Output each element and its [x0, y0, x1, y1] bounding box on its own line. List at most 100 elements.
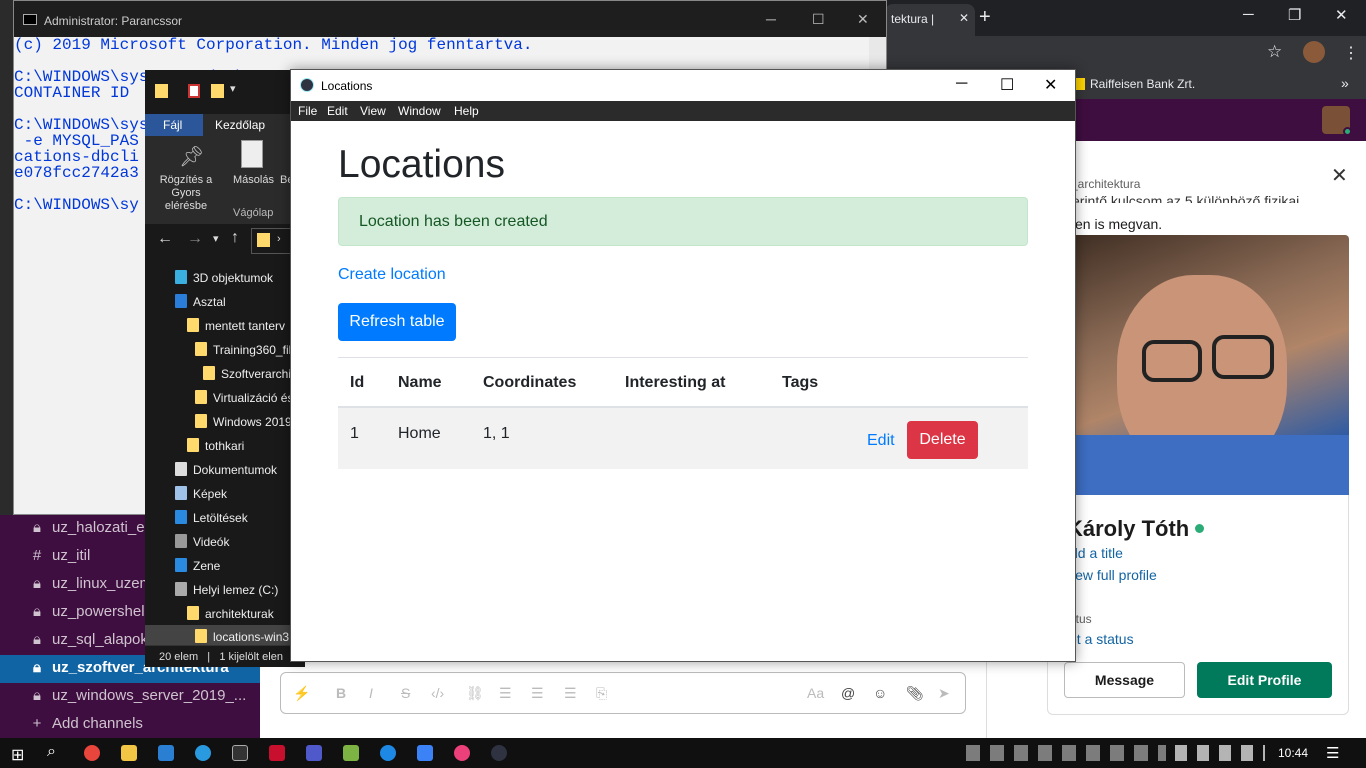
view-profile-link[interactable]: iew full profile [1072, 567, 1157, 583]
tree-item[interactable]: tothkari [187, 438, 244, 453]
clock[interactable]: 10:44 [1278, 746, 1308, 760]
bookmark-raiffeisen[interactable]: Raiffeisen Bank Zrt. [1073, 77, 1195, 91]
folder-icon[interactable] [155, 84, 168, 98]
pin-label[interactable]: Rögzítés a Gyors elérésbe [151, 174, 221, 213]
copy-label[interactable]: Másolás [233, 174, 274, 186]
send-icon[interactable]: ➤ [938, 685, 950, 702]
app-icon[interactable] [269, 745, 285, 761]
back-icon[interactable]: ← [157, 230, 173, 248]
chrome-tab[interactable]: tektura | ✕ [885, 4, 975, 36]
notifications-icon[interactable]: ☰ [1326, 744, 1339, 762]
shortcuts-icon[interactable]: ⚡ [293, 685, 310, 702]
minimize-icon[interactable]: ─ [766, 11, 776, 27]
avatar[interactable] [1303, 41, 1325, 63]
vscode-icon[interactable] [158, 745, 174, 761]
windows-start-icon[interactable]: ⊞ [11, 745, 24, 765]
tree-item[interactable]: Képek [175, 486, 227, 501]
close-icon[interactable]: ✕ [1331, 163, 1348, 188]
close-tab-icon[interactable]: ✕ [959, 11, 969, 25]
add-channels-button[interactable]: + Add channels [0, 711, 260, 739]
close-icon[interactable]: ✕ [1335, 6, 1348, 24]
menu-help[interactable]: Help [454, 104, 479, 118]
minimize-icon[interactable]: ─ [1243, 6, 1254, 23]
quote-icon[interactable]: ☰ [564, 685, 577, 702]
message-button[interactable]: Message [1064, 662, 1185, 698]
set-status-link[interactable]: et a status [1069, 631, 1134, 647]
ordered-list-icon[interactable]: ☰ [499, 685, 512, 702]
italic-icon[interactable]: I [369, 685, 373, 701]
pin-icon[interactable]: 📌︎ [179, 144, 204, 169]
electron-icon[interactable] [491, 745, 507, 761]
create-location-link[interactable]: Create location [338, 266, 446, 284]
customize-qat-icon[interactable]: ▾ [230, 82, 236, 95]
tab-file[interactable]: Fájl [145, 114, 203, 136]
text-format-icon[interactable]: Aa [807, 685, 824, 701]
tree-item[interactable]: Letöltések [175, 510, 248, 525]
bold-icon[interactable]: B [336, 685, 346, 701]
tree-item[interactable]: Virtualizáció és [195, 390, 293, 405]
edit-link[interactable]: Edit [867, 432, 895, 450]
restore-icon[interactable]: ❐ [1288, 6, 1301, 24]
attach-icon[interactable]: 📎︎ [906, 685, 924, 702]
tree-item[interactable]: mentett tanterv [187, 318, 285, 333]
chrome-icon[interactable] [84, 745, 100, 761]
profile-photo[interactable] [1047, 235, 1349, 495]
tree-item[interactable]: 3D objektumok [175, 270, 273, 285]
file-explorer-icon[interactable] [121, 745, 137, 761]
tree-item[interactable]: Szoftverarchi [203, 366, 291, 381]
more-bookmarks-icon[interactable]: » [1341, 75, 1349, 91]
tab-home[interactable]: Kezdőlap [215, 118, 265, 132]
new-tab-icon[interactable]: + [979, 6, 991, 29]
close-icon[interactable]: ✕ [1044, 75, 1057, 95]
tree-item[interactable]: Zene [175, 558, 220, 573]
tree-item[interactable]: architekturak [187, 606, 274, 621]
menu-dots-icon[interactable]: ⋮ [1343, 43, 1359, 63]
maximize-icon[interactable]: ☐ [812, 11, 825, 28]
tree-item[interactable]: Dokumentumok [175, 462, 277, 477]
edit-profile-button[interactable]: Edit Profile [1197, 662, 1332, 698]
recent-icon[interactable]: ▾ [213, 232, 219, 245]
forward-icon[interactable]: → [187, 230, 203, 248]
tree-item[interactable]: locations-win3 [145, 625, 305, 647]
link-icon[interactable]: ⛓ [466, 685, 484, 702]
minimize-icon[interactable]: ─ [956, 75, 967, 93]
edge-icon[interactable] [195, 745, 211, 761]
menu-window[interactable]: Window [398, 104, 441, 118]
emoji-icon[interactable]: ☺ [873, 685, 887, 701]
shield-icon[interactable] [417, 745, 433, 761]
mention-icon[interactable]: @ [841, 685, 855, 701]
sidebar-item-channel[interactable]: 🔒︎ uz_windows_server_2019_... [0, 683, 260, 711]
add-title-link[interactable]: dd a title [1070, 545, 1123, 561]
app-icon[interactable] [380, 745, 396, 761]
delete-button[interactable]: Delete [907, 421, 978, 459]
up-icon[interactable]: ↑ [231, 229, 239, 247]
system-tray[interactable] [1175, 745, 1265, 761]
search-icon[interactable]: ⌕ [47, 743, 56, 761]
code-icon[interactable]: ‹/› [431, 685, 444, 701]
maximize-icon[interactable]: ☐ [1000, 75, 1014, 95]
app-icon[interactable] [343, 745, 359, 761]
message-composer[interactable]: ⚡ B I S ‹/› ⛓ ☰ ☰ ☰ ⎘ Aa @ ☺ 📎︎ ➤ [280, 672, 966, 714]
strike-icon[interactable]: S [401, 685, 410, 701]
menu-file[interactable]: File [298, 104, 317, 118]
app-icon[interactable] [454, 745, 470, 761]
menu-view[interactable]: View [360, 104, 386, 118]
bookmark-star-icon[interactable]: ☆ [1267, 42, 1282, 62]
tray-icons[interactable] [966, 745, 1166, 761]
cmd-icon[interactable] [232, 745, 248, 761]
refresh-table-button[interactable]: Refresh table [338, 303, 456, 341]
tree-item[interactable]: Windows 2019 [195, 414, 292, 429]
menu-edit[interactable]: Edit [327, 104, 348, 118]
properties-icon[interactable] [188, 84, 200, 98]
folder-icon [175, 558, 187, 572]
bullet-list-icon[interactable]: ☰ [531, 685, 544, 702]
tree-item[interactable]: Helyi lemez (C:) [175, 582, 278, 597]
tree-item[interactable]: Videók [175, 534, 229, 549]
copy-icon[interactable] [241, 140, 263, 168]
new-folder-icon[interactable] [211, 84, 224, 98]
tree-item[interactable]: Training360_fil [195, 342, 291, 357]
tree-item[interactable]: Asztal [175, 294, 226, 309]
teams-icon[interactable] [306, 745, 322, 761]
code-block-icon[interactable]: ⎘ [596, 685, 607, 702]
close-icon[interactable]: ✕ [857, 11, 869, 28]
